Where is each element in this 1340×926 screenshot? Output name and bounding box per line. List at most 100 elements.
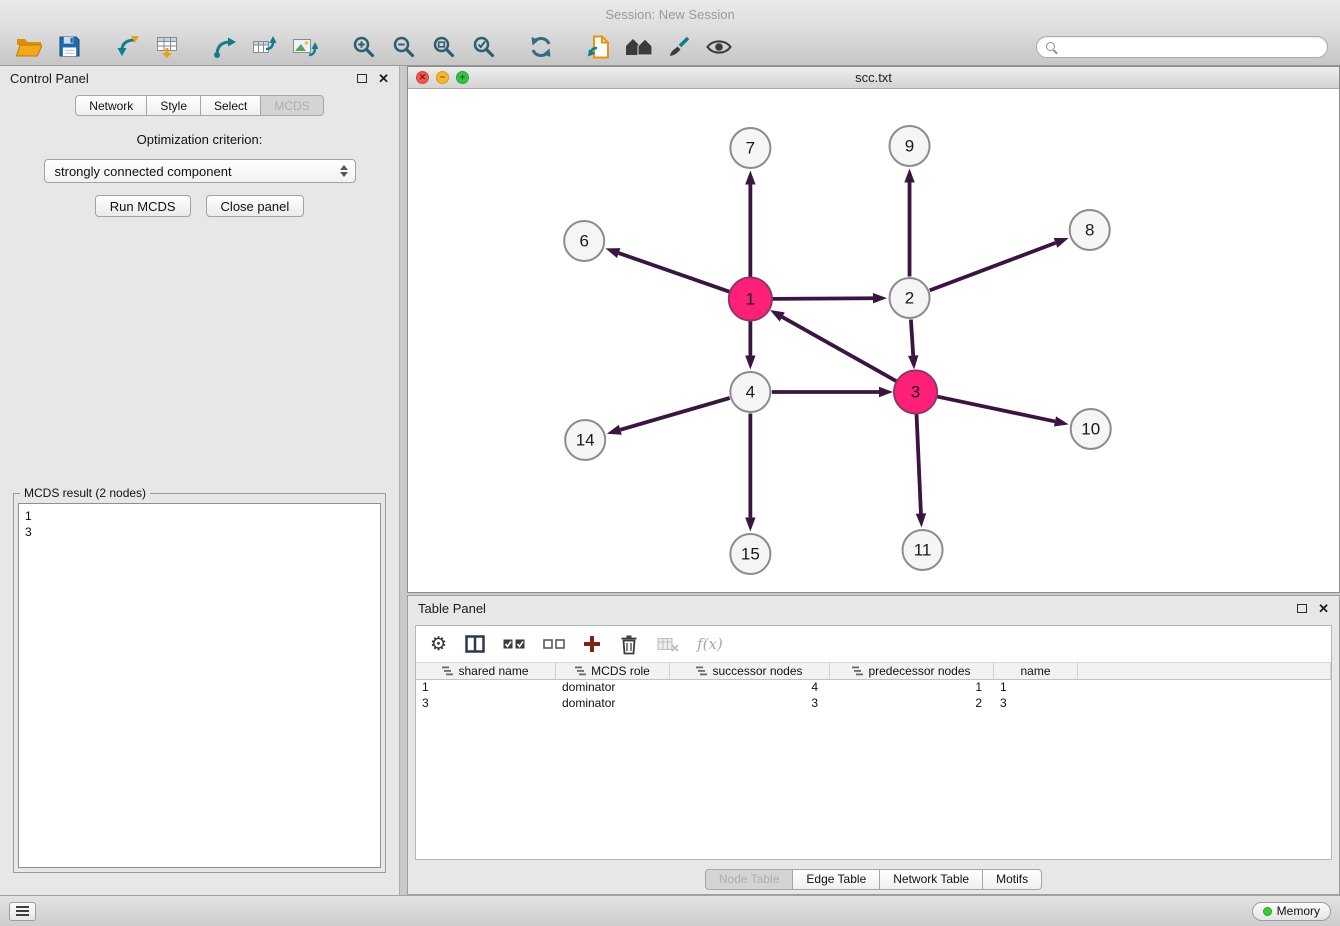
float-panel-icon[interactable]: [357, 74, 367, 83]
criterion-dropdown[interactable]: strongly connected component: [44, 159, 356, 183]
cell-shared-name[interactable]: 1: [416, 680, 556, 696]
export-image-button[interactable]: [288, 32, 322, 62]
column-label: successor nodes: [712, 664, 802, 678]
cell-predecessor-nodes[interactable]: 1: [830, 680, 994, 696]
cell-predecessor-nodes[interactable]: 2: [830, 696, 994, 712]
status-bar: Memory: [0, 895, 1340, 926]
graph-edge-1-2[interactable]: [772, 298, 873, 299]
graph-node-15[interactable]: 15: [730, 534, 770, 574]
table-row[interactable]: 3 dominator 3 2 3: [416, 696, 1331, 712]
show-hide-button[interactable]: [702, 32, 736, 62]
graph-node-10[interactable]: 10: [1071, 409, 1111, 449]
memory-button[interactable]: Memory: [1252, 902, 1331, 921]
column-settings-icon[interactable]: [465, 635, 485, 653]
graph-edge-4-14[interactable]: [620, 398, 729, 430]
cell-name[interactable]: 3: [994, 696, 1078, 712]
graph-node-6[interactable]: 6: [564, 221, 604, 261]
tab-network[interactable]: Network: [75, 95, 147, 116]
cell-shared-name[interactable]: 3: [416, 696, 556, 712]
graph-node-4[interactable]: 4: [730, 372, 770, 412]
tab-mcds[interactable]: MCDS: [261, 95, 323, 116]
tab-style[interactable]: Style: [147, 95, 201, 116]
window-title: Session: New Session: [605, 7, 734, 22]
refresh-group: [524, 32, 558, 62]
graph-node-14[interactable]: 14: [565, 420, 605, 460]
graph-edge-2-3[interactable]: [911, 319, 913, 355]
tab-node-table[interactable]: Node Table: [705, 869, 794, 890]
column-header-shared-name[interactable]: shared name: [416, 662, 556, 680]
cell-name[interactable]: 1: [994, 680, 1078, 696]
graph-edge-2-8[interactable]: [930, 243, 1056, 291]
search-box[interactable]: [1036, 36, 1328, 58]
column-header-name[interactable]: name: [994, 662, 1078, 680]
table-settings-gear-icon[interactable]: ⚙: [430, 635, 447, 654]
tab-network-table[interactable]: Network Table: [880, 869, 983, 890]
open-file-button[interactable]: [12, 32, 46, 62]
clone-view-button[interactable]: [582, 32, 616, 62]
network-graph[interactable]: 7 9 6 8 1 2 4 3 14 10 15 11: [408, 89, 1339, 592]
cell-mcds-role[interactable]: dominator: [556, 696, 670, 712]
tab-motifs[interactable]: Motifs: [983, 869, 1042, 890]
tab-edge-table[interactable]: Edge Table: [793, 869, 880, 890]
cell-mcds-role[interactable]: dominator: [556, 680, 670, 696]
zoom-in-button[interactable]: [346, 32, 380, 62]
network-window-titlebar[interactable]: ✕ − + scc.txt: [408, 67, 1339, 89]
table-row[interactable]: 1 dominator 4 1 1: [416, 680, 1331, 696]
column-header-predecessor-nodes[interactable]: predecessor nodes: [830, 662, 994, 680]
zoom-selected-button[interactable]: [466, 32, 500, 62]
import-table-button[interactable]: [150, 32, 184, 62]
graph-node-8[interactable]: 8: [1070, 210, 1110, 250]
mcds-result-list[interactable]: 1 3: [18, 503, 381, 868]
minimize-window-icon[interactable]: −: [436, 71, 449, 84]
column-header-mcds-role[interactable]: MCDS role: [556, 662, 670, 680]
graph-node-2[interactable]: 2: [890, 278, 930, 318]
graph-node-7[interactable]: 7: [730, 128, 770, 168]
window-controls: ✕ − +: [416, 71, 469, 84]
graph-node-11[interactable]: 11: [903, 530, 943, 570]
zoom-fit-icon: [432, 35, 455, 58]
graph-edge-1-6[interactable]: [619, 253, 730, 292]
graph-node-label: 14: [576, 431, 595, 450]
zoom-in-icon: [352, 35, 375, 58]
graph-edge-3-10[interactable]: [937, 396, 1055, 421]
tab-select[interactable]: Select: [201, 95, 261, 116]
eye-icon: [706, 37, 732, 57]
search-input[interactable]: [1061, 40, 1318, 54]
close-panel-button[interactable]: Close panel: [206, 195, 305, 217]
show-all-networks-button[interactable]: [622, 32, 656, 62]
zoom-window-icon[interactable]: +: [456, 71, 469, 84]
import-network-button[interactable]: [110, 32, 144, 62]
graph-edge-arrow-1-2: [873, 293, 887, 303]
refresh-view-button[interactable]: [524, 32, 558, 62]
graph-node-label: 3: [911, 383, 920, 402]
refresh-icon: [528, 35, 554, 59]
network-canvas[interactable]: 7 9 6 8 1 2 4 3 14 10 15 11: [408, 89, 1339, 592]
add-column-plus-icon[interactable]: [583, 635, 601, 653]
select-all-columns-icon[interactable]: [503, 637, 525, 651]
save-session-button[interactable]: [52, 32, 86, 62]
close-table-panel-icon[interactable]: ✕: [1318, 602, 1329, 615]
graph-node-1[interactable]: 1: [729, 278, 772, 321]
zoom-fit-button[interactable]: [426, 32, 460, 62]
deselect-all-columns-icon[interactable]: [543, 637, 565, 651]
graph-node-label: 2: [905, 289, 914, 308]
graph-node-3[interactable]: 3: [894, 371, 937, 414]
graph-node-9[interactable]: 9: [890, 126, 930, 166]
graph-edge-3-1[interactable]: [782, 317, 897, 382]
close-panel-icon[interactable]: ✕: [378, 72, 389, 85]
task-history-button[interactable]: [9, 902, 36, 921]
delete-column-trash-icon[interactable]: [619, 634, 639, 655]
delete-table-icon-disabled: [657, 636, 679, 652]
home-icon: [625, 36, 653, 58]
apply-style-button[interactable]: [662, 32, 696, 62]
new-network-button[interactable]: [208, 32, 242, 62]
zoom-out-button[interactable]: [386, 32, 420, 62]
graph-edge-3-11[interactable]: [916, 413, 920, 513]
float-table-panel-icon[interactable]: [1297, 604, 1307, 613]
run-mcds-button[interactable]: Run MCDS: [95, 195, 191, 217]
column-header-successor-nodes[interactable]: successor nodes: [670, 662, 830, 680]
cell-successor-nodes[interactable]: 3: [670, 696, 830, 712]
close-window-icon[interactable]: ✕: [416, 71, 429, 84]
network-from-table-button[interactable]: [248, 32, 282, 62]
cell-successor-nodes[interactable]: 4: [670, 680, 830, 696]
